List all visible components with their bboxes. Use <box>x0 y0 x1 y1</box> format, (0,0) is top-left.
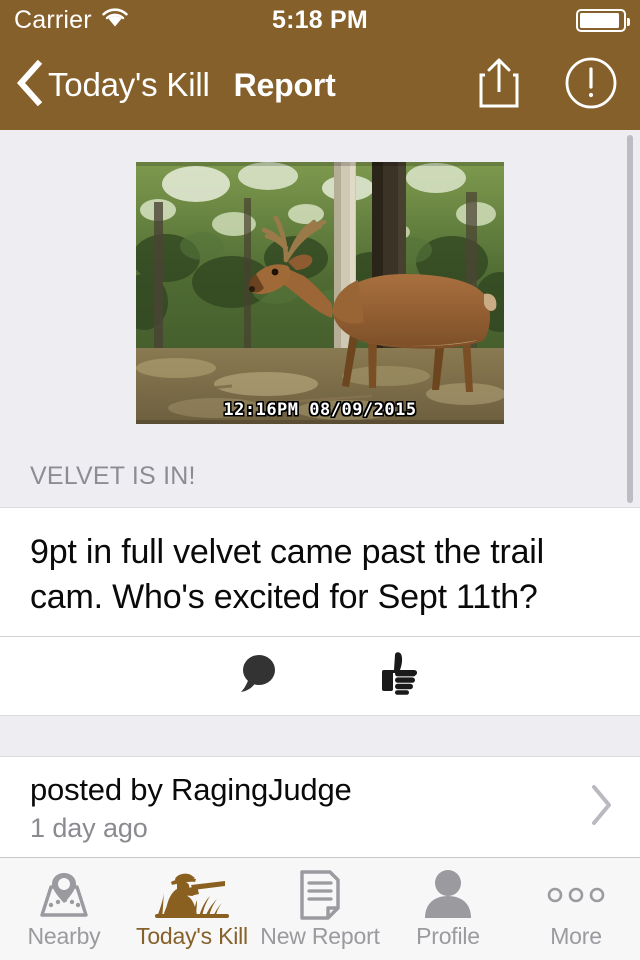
chevron-left-icon <box>14 59 44 111</box>
tab-new-report[interactable]: New Report <box>256 858 384 960</box>
speech-bubble-icon <box>234 650 282 701</box>
ellipsis-icon <box>543 866 609 924</box>
tab-more[interactable]: More <box>512 858 640 960</box>
battery-icon <box>576 8 630 32</box>
report-body-card: 9pt in full velvet came past the trail c… <box>0 507 640 716</box>
tab-todays-kill[interactable]: Today's Kill <box>128 858 256 960</box>
page-title: Report <box>233 66 336 103</box>
trail-camera-photo[interactable]: 12:16PM 08/09/2015 <box>136 162 504 424</box>
tab-profile[interactable]: Profile <box>384 858 512 960</box>
carrier-label: Carrier <box>14 5 92 34</box>
back-button-label: Today's Kill <box>48 66 210 103</box>
tab-nearby-label: Nearby <box>27 923 101 949</box>
chevron-right-icon <box>588 783 614 832</box>
navigation-bar: Today's Kill Report <box>0 40 640 130</box>
photo-timestamp-overlay: 12:16PM 08/09/2015 <box>223 400 417 420</box>
tab-nearby[interactable]: Nearby <box>0 858 128 960</box>
report-photo-container: 12:16PM 08/09/2015 <box>0 130 640 424</box>
like-button[interactable] <box>376 649 424 702</box>
thumbs-up-icon <box>376 649 424 702</box>
author-row-texts: posted by RagingJudge 1 day ago <box>30 771 588 845</box>
hunter-rifle-icon <box>155 866 229 924</box>
trail-camera-photo-illustration <box>136 162 504 424</box>
share-button[interactable] <box>476 56 522 115</box>
battery-fill <box>580 12 619 28</box>
tab-todays-kill-label: Today's Kill <box>136 923 248 949</box>
comment-button[interactable] <box>234 650 282 701</box>
report-scroll-area[interactable]: 12:16PM 08/09/2015 VELVET IS IN! 9pt in … <box>0 130 640 857</box>
wifi-icon <box>101 7 129 33</box>
posted-time-label: 1 day ago <box>30 812 148 843</box>
vertical-scroll-indicator[interactable] <box>627 135 633 503</box>
navigation-bar-actions <box>476 56 618 115</box>
status-bar: Carrier 5:18 PM <box>0 0 640 40</box>
person-icon <box>420 866 476 924</box>
share-icon <box>476 56 522 115</box>
tab-bar: Nearby Today's Kill New Report Profile M… <box>0 857 640 960</box>
report-abuse-button[interactable] <box>564 56 618 115</box>
status-bar-left: Carrier <box>14 6 129 35</box>
posted-by-label: posted by RagingJudge <box>30 771 352 807</box>
report-body-text: 9pt in full velvet came past the trail c… <box>30 533 544 616</box>
exclamation-circle-icon <box>564 56 618 115</box>
tab-new-report-label: New Report <box>260 923 380 949</box>
document-icon <box>292 866 348 924</box>
report-actions-row <box>0 635 640 715</box>
author-row[interactable]: posted by RagingJudge 1 day ago <box>0 756 640 857</box>
tab-more-label: More <box>550 923 602 949</box>
map-pin-icon <box>32 866 96 924</box>
report-section-title: VELVET IS IN! <box>30 462 196 490</box>
status-bar-right <box>576 8 630 32</box>
back-button[interactable]: Today's Kill <box>14 59 210 111</box>
tab-profile-label: Profile <box>416 923 480 949</box>
section-spacer <box>0 715 640 757</box>
